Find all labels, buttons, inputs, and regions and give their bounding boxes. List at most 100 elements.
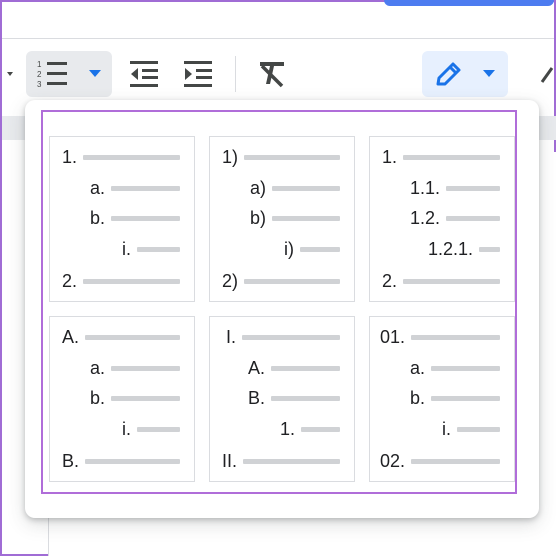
list-marker: 2. — [62, 270, 78, 291]
placeholder-line — [271, 365, 341, 371]
list-marker: 02. — [380, 450, 406, 471]
list-marker: a. — [90, 177, 106, 198]
list-marker: 1.2. — [410, 207, 441, 228]
list-preset-row: a. — [90, 358, 181, 378]
list-marker: II. — [222, 450, 238, 471]
svg-text:2: 2 — [37, 70, 42, 79]
list-marker: 1. — [62, 146, 78, 167]
clear-formatting-button[interactable] — [254, 57, 290, 91]
list-preset-row: b. — [90, 207, 181, 228]
decrease-indent-icon — [128, 60, 160, 88]
list-preset-row: A. — [62, 326, 181, 347]
list-preset-row: II. — [222, 450, 341, 471]
list-preset-row: B. — [62, 450, 181, 471]
increase-indent-icon — [182, 60, 214, 88]
list-preset-row: i. — [442, 419, 500, 439]
placeholder-line — [111, 395, 181, 401]
toolbar-overflow-icon[interactable] — [538, 62, 556, 86]
list-marker: a) — [250, 177, 267, 198]
list-preset-row: 01. — [380, 326, 501, 347]
placeholder-line — [446, 185, 501, 191]
numbered-list-button[interactable]: 1 2 3 — [26, 51, 112, 97]
placeholder-line — [271, 395, 341, 401]
list-marker: A. — [62, 326, 80, 347]
placeholder-line — [403, 278, 501, 284]
pencil-icon — [434, 60, 464, 88]
placeholder-line — [85, 458, 181, 464]
placeholder-line — [111, 185, 181, 191]
share-button-edge[interactable] — [384, 0, 554, 6]
placeholder-line — [403, 154, 501, 160]
list-marker: B. — [62, 450, 80, 471]
list-preset-row: 1. — [280, 418, 341, 439]
list-marker: 1. — [382, 146, 398, 167]
list-preset-option[interactable]: 1) a) b) i) 2) — [209, 136, 355, 302]
placeholder-line — [244, 154, 341, 160]
list-preset-row: I. — [226, 327, 341, 347]
list-preset-row: 1.2. — [410, 207, 501, 228]
list-preset-option[interactable]: 1. a. b. i. 2. — [49, 136, 195, 302]
app-frame: 1 2 3 1. a. b. i. 2. 1) a) b) i) 2) 1. 1… — [0, 0, 556, 556]
list-preset-row: B. — [248, 387, 341, 408]
placeholder-line — [137, 246, 180, 252]
list-marker: b. — [90, 387, 106, 408]
list-preset-row: a. — [90, 177, 181, 198]
toolbar-dropdown-arrow-icon[interactable] — [4, 68, 16, 80]
editing-mode-button[interactable] — [422, 51, 508, 97]
placeholder-line — [431, 365, 501, 371]
list-preset-option[interactable]: I. A. B. 1. II. — [209, 316, 355, 482]
clear-formatting-icon — [257, 60, 287, 88]
placeholder-line — [111, 365, 181, 371]
placeholder-line — [83, 154, 181, 160]
placeholder-line — [446, 215, 501, 221]
list-marker: i. — [122, 238, 131, 259]
list-marker: B. — [248, 387, 266, 408]
triangle-down-icon[interactable] — [88, 69, 102, 79]
numbered-list-menu: 1. a. b. i. 2. 1) a) b) i) 2) 1. 1.1. 1.2. 1.2.1. 2. A.… — [25, 100, 539, 518]
placeholder-line — [243, 458, 341, 464]
list-preset-option[interactable]: 01. a. b. i. 02. — [369, 316, 515, 482]
decrease-indent-button[interactable] — [126, 57, 162, 91]
placeholder-line — [242, 334, 341, 340]
svg-text:3: 3 — [37, 80, 42, 89]
list-marker: i. — [442, 418, 451, 439]
list-marker: A. — [248, 357, 266, 378]
placeholder-line — [244, 278, 341, 284]
list-marker: i. — [122, 418, 131, 439]
placeholder-line — [431, 395, 501, 401]
list-preset-row: i) — [284, 239, 340, 259]
placeholder-line — [272, 185, 341, 191]
list-preset-row: i. — [122, 239, 180, 259]
list-preset-row: A. — [248, 357, 341, 378]
list-marker: 1.1. — [410, 177, 441, 198]
placeholder-line — [301, 426, 341, 432]
placeholder-line — [411, 334, 501, 340]
list-preset-row: b. — [90, 387, 181, 408]
list-marker: b) — [250, 207, 267, 228]
placeholder-line — [85, 334, 181, 340]
list-preset-row: 1.1. — [410, 177, 501, 198]
list-marker: b. — [90, 207, 106, 228]
list-preset-row: b. — [410, 388, 501, 408]
list-preset-row: b) — [250, 207, 341, 228]
toolbar-divider — [235, 56, 236, 92]
placeholder-line — [479, 246, 501, 252]
increase-indent-button[interactable] — [180, 57, 216, 91]
list-marker: a. — [410, 357, 426, 378]
list-marker: 1.2.1. — [428, 238, 474, 259]
placeholder-line — [272, 215, 341, 221]
placeholder-line — [137, 426, 180, 432]
list-preset-row: i. — [122, 419, 180, 439]
list-preset-row: 1. — [62, 146, 181, 167]
list-marker: 1. — [280, 418, 296, 439]
list-preset-row: a) — [250, 177, 341, 198]
list-marker: 01. — [380, 326, 406, 347]
list-preset-option[interactable]: A. a. b. i. B. — [49, 316, 195, 482]
list-preset-option[interactable]: 1. 1.1. 1.2. 1.2.1. 2. — [369, 136, 515, 302]
list-marker: 1) — [222, 146, 239, 167]
svg-text:1: 1 — [37, 60, 42, 69]
triangle-down-icon[interactable] — [482, 69, 496, 79]
placeholder-line — [457, 426, 500, 432]
placeholder-line — [300, 246, 340, 252]
list-marker: 2) — [222, 270, 239, 291]
